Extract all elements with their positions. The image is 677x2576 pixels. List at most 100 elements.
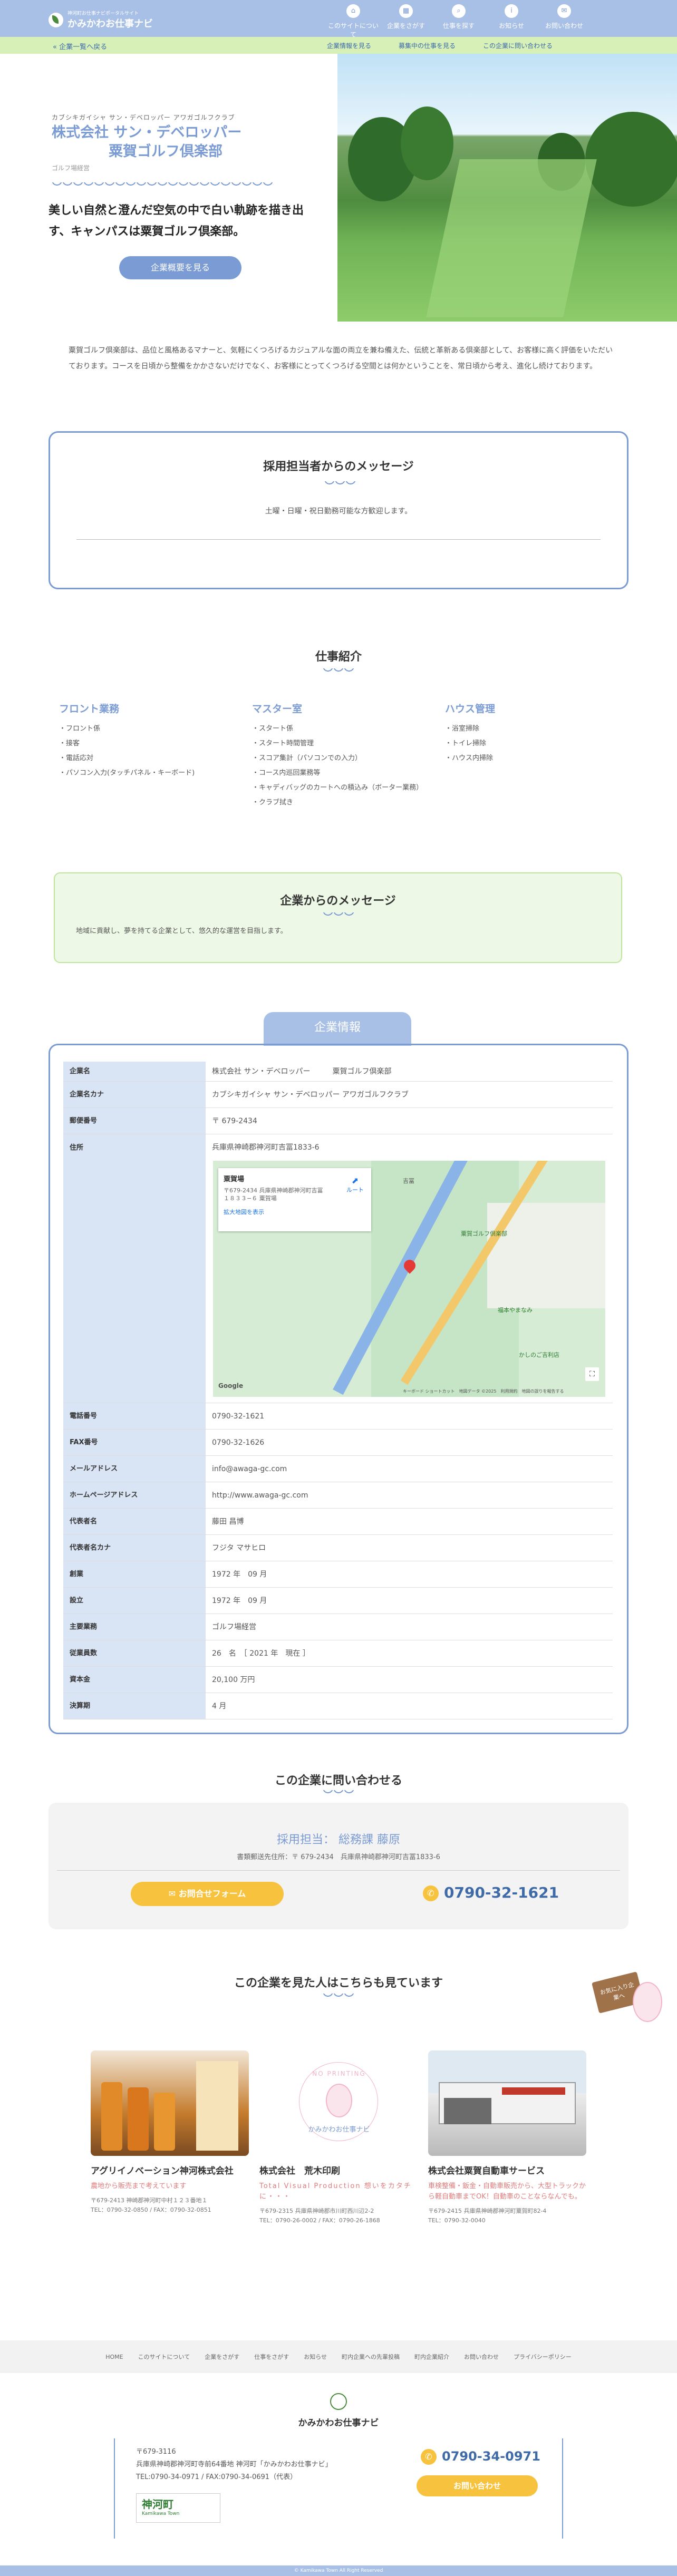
favorite-rabbit-badge[interactable]: お気に入り企業へ (591, 1966, 670, 2040)
route-icon: ⬈ (351, 1175, 359, 1185)
card-name: 株式会社粟賀自動車サービス (428, 2166, 545, 2176)
map-label: 福本やまなみ (498, 1307, 533, 1314)
logo-main: かみかわお仕事ナビ (67, 18, 153, 30)
footer-link[interactable]: 企業をさがす (205, 2353, 239, 2361)
google-map[interactable]: 粟賀場 〒679-2434 兵庫県神崎郡神河町吉冨１８３３−６ 粟賀場 拡大地図… (213, 1161, 605, 1397)
footer-link[interactable]: お知らせ (304, 2353, 327, 2361)
recruiter-text: 土曜・日曜・祝日勤務可能な方歓迎します。 (265, 507, 412, 516)
info-key: 主要業務 (63, 1614, 206, 1640)
info-key: 代表者名 (63, 1509, 206, 1534)
nav-news[interactable]: i お知らせ (485, 4, 538, 39)
email-link[interactable]: info@awaga-gc.com (206, 1456, 613, 1482)
nav-about[interactable]: ⌂ このサイトについて (327, 4, 380, 39)
wave-divider (323, 912, 354, 918)
map-place-address: 〒679-2434 兵庫県神崎郡神河町吉冨１８３３−６ 粟賀場 (224, 1187, 323, 1202)
related-company-card[interactable]: アグリイノベーション神河株式会社 農地から販売まで考えています 〒679-241… (91, 2050, 249, 2215)
town-logo[interactable]: 神河町 Kamikawa Town (136, 2493, 220, 2523)
card-slogan: Total Visual Production 想いをカタチに・・・ (259, 2182, 412, 2201)
no-image-placeholder: NO PRINTING かみかわお仕事ナビ (259, 2050, 418, 2156)
related-company-card[interactable]: NO PRINTING かみかわお仕事ナビ 株式会社 荒木印刷 Total Vi… (259, 2050, 418, 2225)
mail-icon: ✉ (557, 4, 571, 18)
wave-divider (323, 1994, 354, 1999)
company-message-box: 企業からのメッセージ 地域に貢献し、夢を持てる企業として、悠久的な運営を目指しま… (54, 872, 622, 963)
homepage-link[interactable]: http://www.awaga-gc.com (206, 1482, 613, 1508)
nav-label: お知らせ (499, 22, 524, 30)
job-item: ・接客 (59, 740, 80, 747)
company-message-title: 企業からのメッセージ (280, 895, 396, 908)
info-value: 藤田 昌博 (212, 1518, 244, 1526)
job-item: ・パソコン入力(タッチパネル・キーボード) (59, 769, 195, 777)
job-title: マスター室 (252, 703, 303, 715)
job-master: マスター室 ・スタート係 ・スタート時間管理 ・スコア集計（パソコンでの入力） … (252, 701, 423, 810)
back-to-list-link[interactable]: « 企業一覧へ戻る (53, 41, 107, 51)
footer-link[interactable]: このサイトについて (138, 2353, 190, 2361)
company-intro: 粟賀ゴルフ倶楽部は、品位と風格あるマナーと、気軽にくつろげるカジュアルな面の両立… (69, 346, 613, 371)
info-value: 株式会社 サン・デベロッパー 粟賀ゴルフ倶楽部 (212, 1067, 392, 1076)
footer-link[interactable]: お問い合わせ (464, 2353, 499, 2361)
footer-link[interactable]: プライバシーポリシー (514, 2353, 572, 2361)
nav-company[interactable]: ▦ 企業をさがす (380, 4, 432, 39)
company-info-tab: 企業情報 (264, 1012, 411, 1046)
nav-contact[interactable]: ✉ お問い合わせ (538, 4, 591, 39)
info-value: フジタ マサヒロ (212, 1544, 266, 1552)
wave-divider (52, 182, 273, 188)
anchor-contact[interactable]: この企業に問い合わせる (483, 41, 553, 50)
site-logo[interactable]: 神河町お仕事ナビポータルサイト かみかわお仕事ナビ (49, 9, 153, 30)
copyright: © Kamikawa Town All Right Reserved (0, 2565, 677, 2576)
job-item: ・ハウス内掃除 (445, 754, 494, 762)
footer-zip: 〒679-3116 (136, 2448, 176, 2456)
info-row: FAX番号 0790-32-1626 (63, 1430, 613, 1456)
contact-form-button[interactable]: ✉ お問合せフォーム (131, 1882, 284, 1906)
card-name: アグリイノベーション神河株式会社 (91, 2166, 234, 2176)
info-key: 従業員数 (63, 1640, 206, 1666)
job-item: ・スタート時間管理 (252, 740, 314, 747)
info-key: 資本金 (63, 1667, 206, 1693)
footer-phone[interactable]: ✆ 0790-34-0971 (421, 2449, 540, 2465)
card-address: 〒679-2413 神崎郡神河町中村１２３番地１ TEL：0790-32-085… (91, 2197, 211, 2213)
contact-phone[interactable]: ✆ 0790-32-1621 (423, 1884, 559, 1901)
job-item: ・クラブ拭き (252, 799, 294, 806)
site-header: 神河町お仕事ナビポータルサイト かみかわお仕事ナビ ⌂ このサイトについて ▦ 企業… (0, 0, 677, 39)
footer-tel: TEL:0790-34-0971 / FAX:0790-34-0691（代表） (136, 2473, 297, 2481)
footer-link[interactable]: HOME (105, 2354, 123, 2360)
anchor-company-info[interactable]: 企業情報を見る (327, 41, 371, 50)
info-row: 郵便番号〒 679-2434 (63, 1108, 613, 1134)
footer-logo: かみかわお仕事ナビ (298, 2418, 379, 2428)
anchor-jobs[interactable]: 募集中の仕事を見る (399, 41, 456, 50)
nav-jobs[interactable]: ⌕ 仕事を探す (432, 4, 485, 39)
map-route-button[interactable]: ⬈ ルート (346, 1175, 364, 1194)
card-address: 〒679-2315 兵庫県神崎郡市川町西川辺2-2 TEL：0790-26-00… (259, 2208, 380, 2224)
footer-link[interactable]: 町内企業紹介 (414, 2353, 449, 2361)
info-value: 0790-32-1621 (212, 1412, 265, 1421)
footer-contact-button[interactable]: お問い合わせ (417, 2475, 538, 2496)
map-larger-link[interactable]: 拡大地図を表示 (224, 1208, 366, 1216)
divider (76, 539, 601, 540)
info-icon: i (505, 4, 518, 18)
town-name-en: Kamikawa Town (142, 2511, 180, 2516)
job-front: フロント業務 ・フロント係 ・接客 ・電話応対 ・パソコン入力(タッチパネル・キ… (59, 701, 228, 781)
info-row: 主要業務 ゴルフ場経営 (63, 1614, 613, 1640)
job-item: ・フロント係 (59, 725, 101, 733)
divider (57, 1870, 620, 1871)
phone-number: 0790-34-0971 (442, 2449, 540, 2464)
info-key: FAX番号 (63, 1430, 206, 1455)
card-name: 株式会社 荒木印刷 (259, 2166, 340, 2176)
company-name-line1: 株式会社 サン・デベロッパー (52, 124, 242, 141)
work-section-header: 仕事紹介 (0, 647, 677, 674)
contact-box: 採用担当： 総務課 藤原 書類郵送先住所：〒 679-2434 兵庫県神崎郡神河… (49, 1803, 628, 1929)
company-kana: カブシキガイシャ サン・デベロッパー アワガゴルフクラブ (52, 114, 235, 121)
also-viewed-header: この企業を見た人はこちらも見ています (0, 1974, 677, 1999)
footer-link[interactable]: 町内企業への先輩投稿 (342, 2353, 400, 2361)
info-value: 20,100 万円 (212, 1676, 255, 1684)
card-address: 〒679-2415 兵庫県神崎郡神河町粟賀町82-4 TEL：0790-32-0… (428, 2208, 547, 2224)
info-row: 代表者名カナ フジタ マサヒロ (63, 1535, 613, 1561)
info-row: 企業名カナ カブシキガイシャ サン・デベロッパー アワガゴルフクラブ (63, 1082, 613, 1108)
info-key: 企業名 (63, 1062, 206, 1081)
map-credit: キーボード ショートカット 地図データ ©2025 利用規約 地図の誤りを報告す… (403, 1389, 564, 1394)
footer-link[interactable]: 仕事をさがす (254, 2353, 289, 2361)
fullscreen-icon[interactable]: ⛶ (585, 1367, 599, 1381)
related-company-card[interactable]: 株式会社粟賀自動車サービス 車検整備・鈑金・自動車販売から、大型トラックから軽自… (428, 2050, 586, 2225)
info-row: 決算期 4 月 (63, 1693, 613, 1719)
company-overview-button[interactable]: 企業概要を見る (119, 256, 241, 279)
wave-divider (323, 1790, 354, 1795)
